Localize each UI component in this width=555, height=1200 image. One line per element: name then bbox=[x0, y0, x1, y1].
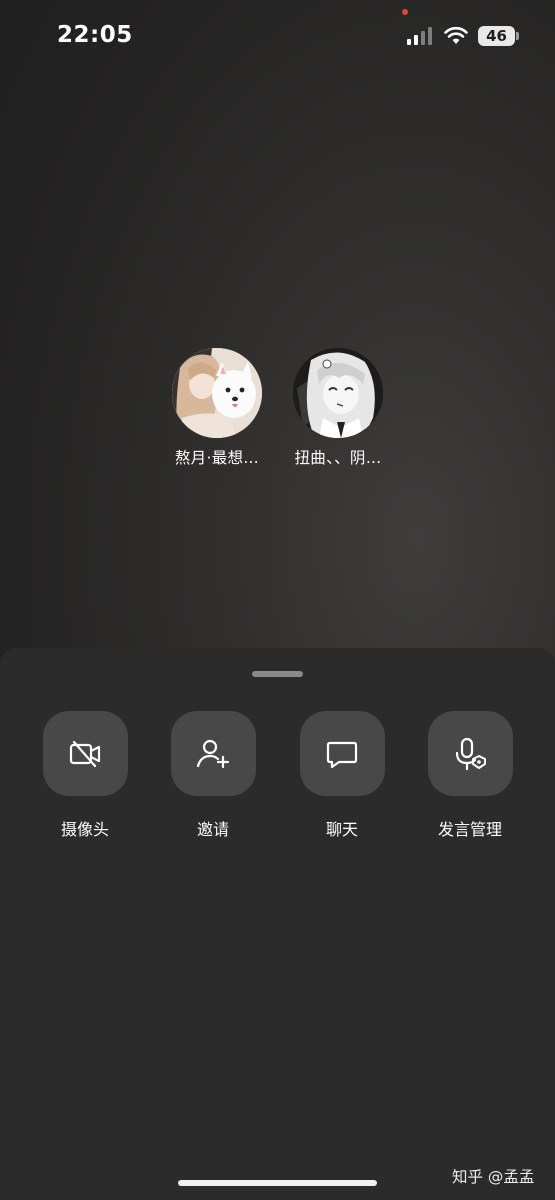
chat-button[interactable] bbox=[299, 711, 385, 796]
battery-cap bbox=[516, 32, 519, 40]
avatar[interactable] bbox=[172, 348, 262, 438]
invite-button[interactable] bbox=[170, 711, 256, 796]
anime-girl-with-white-dog-image bbox=[172, 348, 262, 438]
home-indicator[interactable] bbox=[178, 1180, 377, 1186]
status-bar: 22:05 46 bbox=[0, 0, 555, 74]
chat-bubble-icon bbox=[326, 741, 358, 768]
voice-room-screen: 22:05 46 熬月·最想… 扭曲、、阴… 摄像头 邀请 聊天 发言管理 知乎… bbox=[0, 0, 555, 1200]
participant-tile[interactable]: 熬月·最想… bbox=[152, 348, 282, 468]
add-user-icon bbox=[196, 739, 230, 768]
camera-button[interactable] bbox=[42, 711, 128, 796]
invite-label: 邀请 bbox=[196, 820, 229, 839]
recording-indicator-dot bbox=[402, 9, 408, 15]
signal-icon bbox=[407, 27, 432, 45]
chat-action[interactable]: 聊天 bbox=[282, 711, 402, 840]
monochrome-anime-girl-image bbox=[293, 348, 383, 438]
mic-manage-button[interactable] bbox=[427, 711, 513, 796]
bottom-sheet: 摄像头 邀请 聊天 发言管理 bbox=[0, 648, 555, 1200]
participant-tile[interactable]: 扭曲、、阴… bbox=[273, 348, 403, 468]
participant-name: 熬月·最想… bbox=[174, 449, 260, 467]
status-time: 22:05 bbox=[57, 22, 133, 48]
mic-shield-icon bbox=[455, 737, 486, 770]
avatar[interactable] bbox=[293, 348, 383, 438]
camera-action[interactable]: 摄像头 bbox=[25, 711, 145, 840]
invite-action[interactable]: 邀请 bbox=[153, 711, 273, 840]
mic-manage-action[interactable]: 发言管理 bbox=[410, 711, 530, 840]
camera-off-icon bbox=[69, 740, 101, 767]
watermark: 知乎 @孟孟 bbox=[452, 1168, 535, 1186]
camera-label: 摄像头 bbox=[60, 820, 109, 839]
battery-indicator: 46 bbox=[478, 26, 515, 46]
participant-name: 扭曲、、阴… bbox=[294, 449, 382, 467]
sheet-drag-handle[interactable] bbox=[252, 671, 303, 677]
chat-label: 聊天 bbox=[325, 820, 358, 839]
mic-manage-label: 发言管理 bbox=[437, 820, 502, 839]
wifi-icon bbox=[444, 26, 468, 44]
